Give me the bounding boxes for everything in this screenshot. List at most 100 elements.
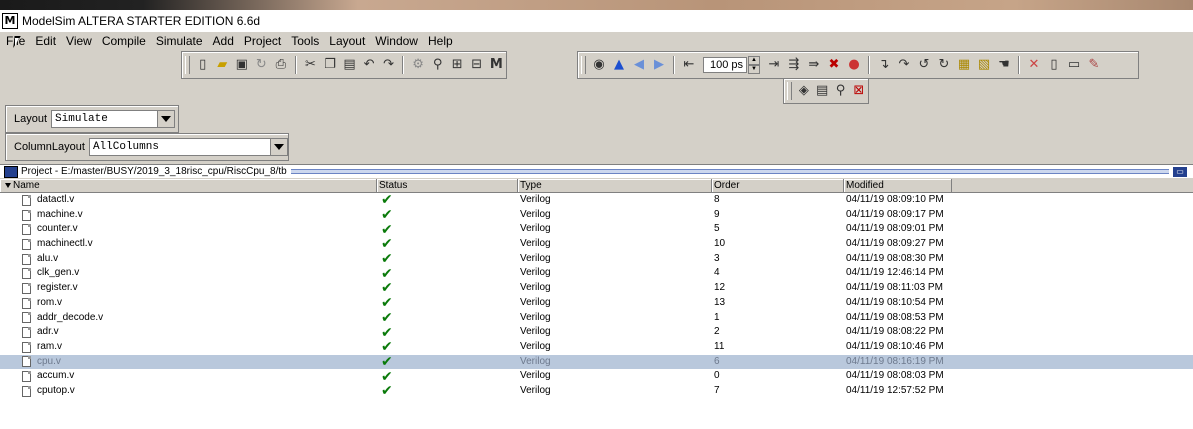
file-name-cell[interactable]: rom.v <box>0 296 377 311</box>
chevron-down-icon[interactable] <box>270 139 287 155</box>
forward-arrow-icon[interactable]: ▶ <box>651 57 667 73</box>
find-icon[interactable]: ⚲ <box>430 57 446 73</box>
table-row[interactable]: register.v ✔ Verilog 12 04/11/19 08:11:03 PM <box>0 281 1193 296</box>
columnlayout-select[interactable]: AllColumns <box>88 138 288 156</box>
table-row[interactable]: accum.v ✔ Verilog 0 04/11/19 08:08:03 PM <box>0 369 1193 384</box>
break-icon[interactable]: ◉ <box>591 57 607 73</box>
page-icon[interactable]: ▯ <box>1046 57 1062 73</box>
zoom-icon[interactable]: ⚲ <box>833 83 847 99</box>
table-row[interactable]: machinectl.v ✔ Verilog 10 04/11/19 08:09:27 … <box>0 237 1193 252</box>
table-row[interactable]: cpu.v ✔ Verilog 6 04/11/19 08:16:19 PM <box>0 354 1193 370</box>
file-name-cell[interactable]: cputop.v <box>0 384 377 399</box>
file-name-cell[interactable]: adr.v <box>0 325 377 340</box>
step-over-icon[interactable]: ↷ <box>896 57 912 73</box>
back-arrow-icon[interactable]: ◀ <box>631 57 647 73</box>
copy-icon[interactable]: ❐ <box>322 57 338 73</box>
wave-icon[interactable]: ▦ <box>956 57 972 73</box>
hierarchy-icon[interactable]: ⊞ <box>449 57 465 73</box>
toolbar-grip[interactable] <box>185 56 190 74</box>
step-into-icon[interactable]: ↴ <box>876 57 892 73</box>
print-icon[interactable]: ⎙ <box>273 57 289 73</box>
menu-help[interactable]: Help <box>423 32 458 50</box>
menu-add[interactable]: Add <box>208 32 239 50</box>
layout-select[interactable]: Simulate <box>51 110 176 128</box>
table-row[interactable]: rom.v ✔ Verilog 13 04/11/19 08:10:54 PM <box>0 296 1193 311</box>
menu-tools[interactable]: Tools <box>286 32 324 50</box>
file-name-cell[interactable]: clk_gen.v <box>0 266 377 281</box>
table-row[interactable]: cputop.v ✔ Verilog 7 04/11/19 12:57:52 PM <box>0 384 1193 399</box>
sim-time-input[interactable] <box>703 57 747 73</box>
open-folder-icon[interactable]: ▰ <box>214 57 230 73</box>
file-name-cell[interactable]: register.v <box>0 281 377 296</box>
hand-icon[interactable]: ☚ <box>996 57 1012 73</box>
file-name: adr.v <box>37 326 59 338</box>
document-icon[interactable]: ▭ <box>1066 57 1082 73</box>
clear-icon[interactable]: ✎ <box>1086 57 1102 73</box>
file-name-cell[interactable]: addr_decode.v <box>0 311 377 326</box>
file-name-cell[interactable]: alu.v <box>0 252 377 267</box>
column-header-type[interactable]: Type <box>518 179 712 192</box>
table-row[interactable]: clk_gen.v ✔ Verilog 4 04/11/19 12:46:14 PM <box>0 266 1193 281</box>
menu-project[interactable]: Project <box>239 32 286 50</box>
break-sim-icon[interactable]: ✖ <box>826 57 842 73</box>
run-all-icon[interactable]: ⇛ <box>806 57 822 73</box>
table-row[interactable]: ram.v ✔ Verilog 11 04/11/19 08:10:46 PM <box>0 340 1193 355</box>
file-name-cell[interactable]: counter.v <box>0 222 377 237</box>
step-menu-icon[interactable]: ↻ <box>936 57 952 73</box>
table-row[interactable]: counter.v ✔ Verilog 5 04/11/19 08:09:01 PM <box>0 222 1193 237</box>
undo-icon[interactable]: ↶ <box>361 57 377 73</box>
spin-up-icon[interactable]: ▲ <box>748 56 760 65</box>
table-row[interactable]: machine.v ✔ Verilog 9 04/11/19 08:09:17 PM <box>0 208 1193 223</box>
delete-icon[interactable]: ✕ <box>1026 57 1042 73</box>
column-header-modified[interactable]: Modified <box>844 179 952 192</box>
file-name-cell[interactable]: machine.v <box>0 208 377 223</box>
column-header-name[interactable]: Name <box>0 179 377 192</box>
file-name-cell[interactable]: accum.v <box>0 369 377 384</box>
menu-compile[interactable]: Compile <box>97 32 151 50</box>
continue-icon[interactable]: ⇶ <box>786 57 802 73</box>
table-row[interactable]: alu.v ✔ Verilog 3 04/11/19 08:08:30 PM <box>0 252 1193 267</box>
menu-simulate[interactable]: Simulate <box>151 32 208 50</box>
menu-view[interactable]: View <box>61 32 97 50</box>
dataflow-icon[interactable]: ◈ <box>797 83 811 99</box>
menu-edit[interactable]: Edit <box>30 32 61 50</box>
menu-window[interactable]: Window <box>370 32 423 50</box>
file-name-cell[interactable]: machinectl.v <box>0 237 377 252</box>
run-icon[interactable]: ⇥ <box>766 57 782 73</box>
pane-undock-icon[interactable]: ▭ <box>1173 166 1187 177</box>
step-out-icon[interactable]: ↺ <box>916 57 932 73</box>
chevron-down-icon[interactable] <box>157 111 175 127</box>
modelsim-icon[interactable]: M <box>489 57 505 73</box>
column-header-order[interactable]: Order <box>712 179 844 192</box>
sim-time-stepper[interactable]: ▲▼ <box>703 56 760 74</box>
save-icon[interactable]: ▣ <box>234 57 250 73</box>
toolbar-separator <box>673 56 675 74</box>
cut-icon[interactable]: ✂ <box>303 57 319 73</box>
toolbar-grip[interactable] <box>581 56 586 74</box>
toolbar-grip[interactable] <box>787 82 792 100</box>
table-row[interactable]: addr_decode.v ✔ Verilog 1 04/11/19 08:08:53 … <box>0 311 1193 326</box>
table-row[interactable]: adr.v ✔ Verilog 2 04/11/19 08:08:22 PM <box>0 325 1193 340</box>
tree-icon[interactable]: ⊟ <box>469 57 485 73</box>
memory-icon[interactable]: ▧ <box>976 57 992 73</box>
stop-icon[interactable]: ● <box>846 57 862 73</box>
compiled-check-icon: ✔ <box>381 383 393 399</box>
list-icon[interactable]: ▤ <box>815 83 829 99</box>
new-file-icon[interactable]: ▯ <box>195 57 211 73</box>
reload-icon[interactable]: ↻ <box>254 57 270 73</box>
pane-drag-bar[interactable] <box>290 169 1169 174</box>
paste-icon[interactable]: ▤ <box>342 57 358 73</box>
close-window-icon[interactable]: ⊠ <box>852 83 866 99</box>
restart-icon[interactable]: ⇤ <box>681 57 697 73</box>
menu-layout[interactable]: Layout <box>324 32 370 50</box>
file-name-cell[interactable]: cpu.v <box>0 355 377 370</box>
file-name-cell[interactable]: ram.v <box>0 340 377 355</box>
sim-time-spin[interactable]: ▲ ▼ <box>748 56 760 74</box>
compile-icon[interactable]: ⚙ <box>410 57 426 73</box>
file-name-cell[interactable]: datactl.v <box>0 193 377 208</box>
table-row[interactable]: datactl.v ✔ Verilog 8 04/11/19 08:09:10 PM <box>0 193 1193 208</box>
up-arrow-icon[interactable]: ▲ <box>611 57 627 73</box>
redo-icon[interactable]: ↷ <box>381 57 397 73</box>
column-header-status[interactable]: Status <box>377 179 518 192</box>
spin-down-icon[interactable]: ▼ <box>748 65 760 74</box>
